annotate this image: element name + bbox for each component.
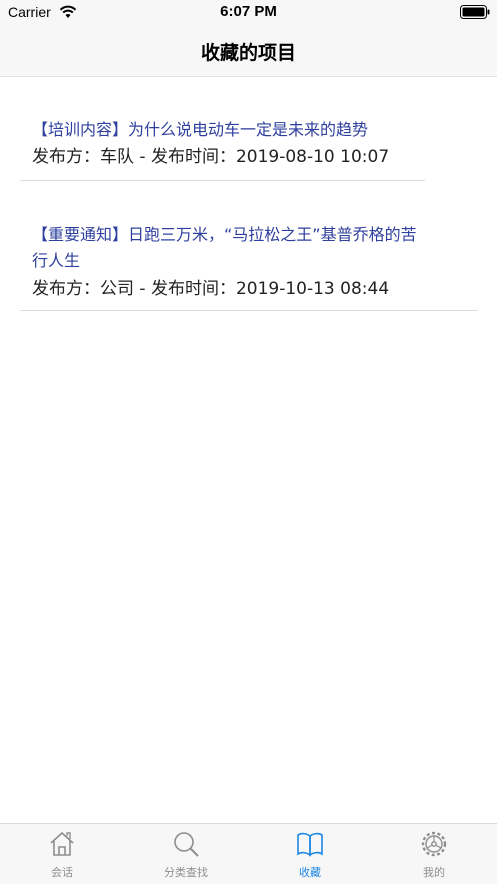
book-icon	[297, 832, 323, 857]
navigation-bar: 收藏的项目	[0, 26, 497, 77]
tab-label: 会话	[51, 866, 73, 879]
search-icon	[174, 832, 199, 857]
list-item[interactable]: 【培训内容】为什么说电动车一定是未来的趋势 发布方：车队 - 发布时间：2019…	[0, 77, 497, 182]
list-item[interactable]: 【重要通知】日跑三万米，“马拉松之王”基普乔格的苦 行人生 发布方：公司 - 发…	[0, 182, 497, 312]
item-title[interactable]: 【培训内容】为什么说电动车一定是未来的趋势	[32, 117, 368, 143]
house-icon	[50, 831, 74, 856]
battery-icon	[460, 5, 490, 19]
tab-label: 收藏	[299, 866, 321, 879]
tab-category-search[interactable]: 分类查找	[124, 824, 248, 884]
gear-icon	[421, 831, 447, 857]
item-meta: 发布方：车队 - 发布时间：2019-08-10 10:07	[32, 147, 390, 167]
tab-label: 分类查找	[164, 866, 208, 879]
tab-conversations[interactable]: 会话	[0, 824, 124, 884]
clock: 6:07 PM	[220, 3, 277, 20]
tab-favorites[interactable]: 收藏	[248, 824, 372, 884]
row-divider	[20, 310, 478, 311]
item-meta: 发布方：公司 - 发布时间：2019-10-13 08:44	[32, 279, 390, 299]
tab-mine[interactable]: 我的	[372, 824, 496, 884]
row-divider	[20, 180, 425, 181]
tab-bar: 会话 分类查找 收藏 我的	[0, 823, 497, 884]
status-bar: Carrier 6:07 PM	[0, 0, 497, 26]
item-title-continued[interactable]: 行人生	[32, 248, 80, 274]
tab-label: 我的	[423, 866, 445, 879]
item-title[interactable]: 【重要通知】日跑三万米，“马拉松之王”基普乔格的苦	[32, 222, 417, 248]
page-title: 收藏的项目	[200, 42, 296, 64]
